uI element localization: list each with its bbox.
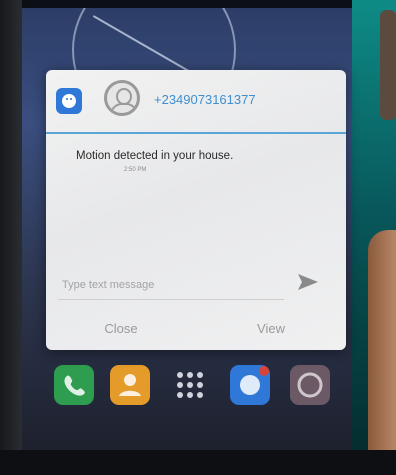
message-body: Motion detected in your house. <box>76 150 234 162</box>
apps-grid-icon[interactable] <box>170 365 210 405</box>
message-popup-dialog: +2349073161377 Motion detected in your h… <box>46 70 346 350</box>
view-button[interactable]: View <box>211 314 331 344</box>
reply-input-wrapper <box>58 270 284 300</box>
phone-bezel-right <box>352 0 396 475</box>
reply-input[interactable] <box>58 270 284 300</box>
dialog-header: +2349073161377 <box>46 70 346 134</box>
finger-top <box>380 10 396 120</box>
clock-hour-hand <box>92 15 155 52</box>
close-button[interactable]: Close <box>61 314 181 344</box>
messaging-icon[interactable] <box>230 365 270 405</box>
browser-icon[interactable] <box>290 365 330 405</box>
finger-bottom <box>368 230 396 470</box>
phone-icon[interactable] <box>54 365 94 405</box>
home-dock <box>52 365 342 425</box>
phone-bottom-bezel <box>0 450 396 475</box>
dialog-button-row: Close View <box>46 314 346 350</box>
messaging-app-icon <box>56 88 82 114</box>
contact-avatar-icon[interactable] <box>104 80 140 116</box>
phone-bezel-left <box>0 0 22 475</box>
sender-number[interactable]: +2349073161377 <box>154 92 256 107</box>
message-timestamp: 2:50 PM <box>124 167 147 173</box>
send-arrow-icon[interactable] <box>294 268 322 296</box>
contacts-icon[interactable] <box>110 365 150 405</box>
